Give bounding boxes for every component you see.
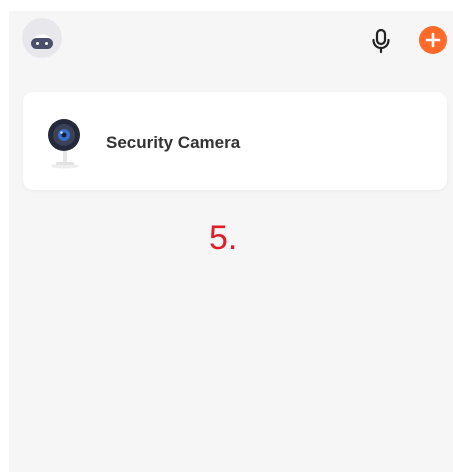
robot-avatar-icon [31,34,53,49]
add-device-button[interactable] [419,26,447,54]
avatar[interactable] [22,18,62,58]
header-bar [9,11,453,69]
device-card-security-camera[interactable]: Security Camera [23,92,447,190]
microphone-icon [372,28,390,54]
home-screen: Security Camera 5. [9,11,453,472]
plus-circle-icon [425,32,441,48]
step-annotation-label: 5. [209,219,238,257]
security-camera-icon [48,119,80,169]
microphone-button[interactable] [370,28,392,54]
device-name: Security Camera [106,133,241,152]
